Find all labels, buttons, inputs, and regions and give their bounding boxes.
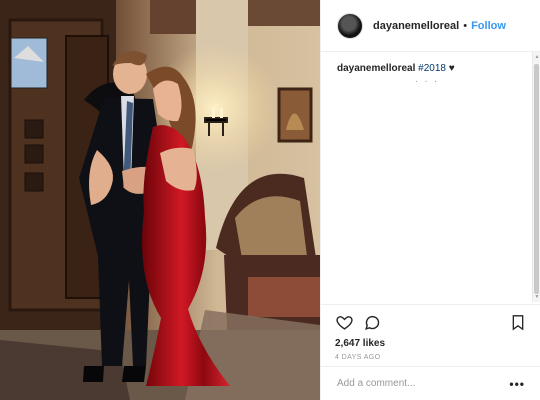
avatar[interactable] bbox=[337, 12, 363, 39]
username-link[interactable]: dayanemelloreal bbox=[373, 20, 459, 32]
caption-username[interactable]: dayanemelloreal bbox=[337, 63, 415, 74]
action-icons bbox=[335, 305, 527, 339]
heart-icon[interactable] bbox=[335, 313, 353, 331]
separator-dot: • bbox=[463, 19, 468, 32]
comments-scrollbar[interactable]: ▲ ▼ bbox=[532, 52, 540, 302]
post-photo[interactable] bbox=[0, 0, 320, 400]
add-comment-bar: ••• bbox=[321, 366, 540, 400]
bookmark-icon[interactable] bbox=[509, 313, 527, 331]
comment-input[interactable] bbox=[337, 378, 510, 389]
follow-button[interactable]: Follow bbox=[471, 20, 506, 32]
likes-count[interactable]: 2,647 likes bbox=[335, 338, 527, 349]
more-options-icon[interactable]: ••• bbox=[509, 377, 525, 391]
scroll-thumb[interactable] bbox=[534, 64, 539, 294]
hashtag-link[interactable]: #2018 bbox=[418, 63, 446, 74]
post-header: dayanemelloreal • Follow bbox=[321, 0, 540, 52]
scroll-up-arrow-icon[interactable]: ▲ bbox=[534, 54, 540, 60]
instagram-post: dayanemelloreal • Follow dayanemelloreal… bbox=[0, 0, 540, 400]
post-timestamp[interactable]: 4 DAYS AGO bbox=[335, 354, 527, 361]
comments-area: dayanemelloreal #2018 ♥ . . . bbox=[321, 52, 533, 302]
post-photo-image bbox=[0, 0, 320, 400]
comment-icon[interactable] bbox=[363, 313, 381, 331]
heart-emoji: ♥ bbox=[448, 63, 455, 74]
scroll-down-arrow-icon[interactable]: ▼ bbox=[534, 294, 540, 300]
post-sidebar: dayanemelloreal • Follow dayanemelloreal… bbox=[320, 0, 540, 400]
